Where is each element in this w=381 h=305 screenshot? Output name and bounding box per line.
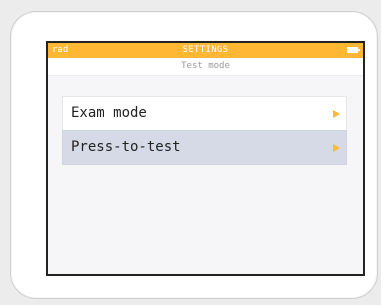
menu-item-label: Exam mode: [71, 105, 147, 121]
battery-icon: [347, 47, 360, 53]
page-title: Test mode: [48, 58, 363, 76]
chevron-right-icon: [333, 110, 340, 118]
menu-item-label: Press-to-test: [71, 139, 181, 155]
chevron-right-icon: [333, 144, 340, 152]
menu-item-press-to-test[interactable]: Press-to-test: [62, 130, 347, 165]
calculator-screen: rad SETTINGS Test mode Exam mode Press-t…: [46, 41, 365, 276]
settings-menu: Exam mode Press-to-test: [62, 96, 347, 165]
status-bar: rad SETTINGS: [48, 43, 363, 58]
status-title: SETTINGS: [182, 45, 229, 55]
menu-item-exam-mode[interactable]: Exam mode: [62, 96, 347, 131]
